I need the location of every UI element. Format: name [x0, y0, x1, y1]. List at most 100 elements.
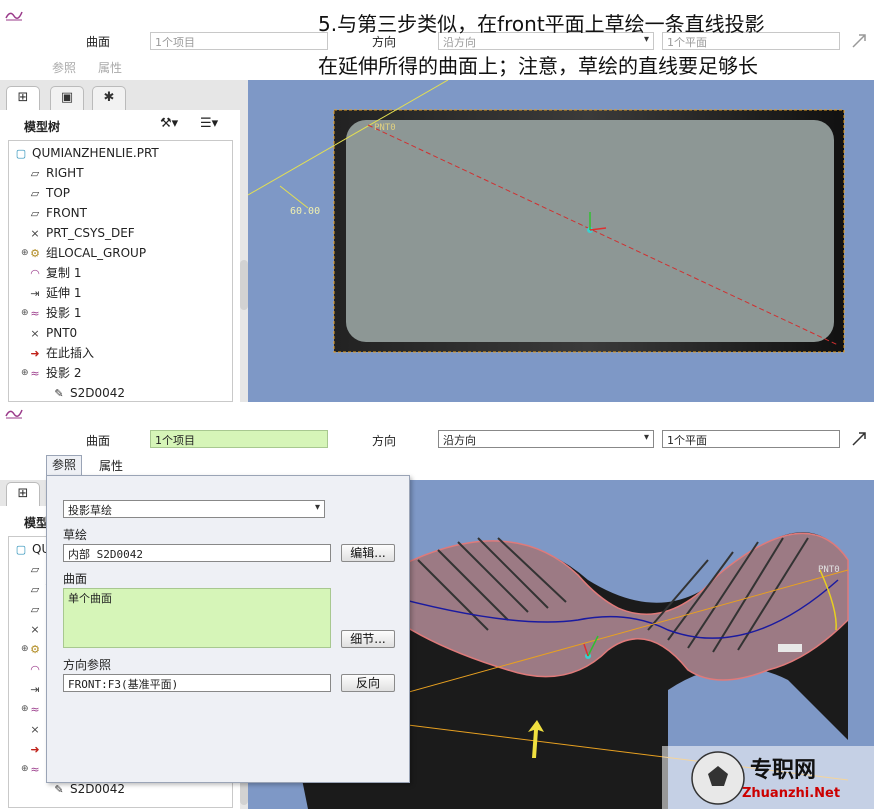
tree-item[interactable]: ▱ FRONT [27, 203, 87, 223]
datum-plane-icon: ▱ [30, 207, 40, 220]
project-icon [5, 11, 23, 21]
folder-icon: ▣ [60, 90, 74, 105]
details-button[interactable]: 细节... [341, 630, 395, 648]
tag-marker [778, 644, 802, 652]
expand-icon[interactable]: ⊕ [21, 639, 29, 659]
part-icon: ▢ [15, 543, 27, 556]
tree-item-label: RIGHT [46, 166, 84, 180]
folder-tab[interactable]: ▣ [50, 86, 84, 110]
watermark: 专职网 Zhuanzhi.Net [662, 746, 874, 809]
tab-properties[interactable]: 属性 [96, 457, 126, 474]
bottom-screenshot: 曲面 1个项目 方向 沿方向 1个平面 参照 属性 ⊞ 模型树 ▢QUMIANZ… [0, 402, 874, 809]
tree-icon: ⊞ [17, 486, 29, 501]
tree-item-label: PRT_CSYS_DEF [46, 226, 135, 240]
group-icon: ⚙ [30, 247, 40, 260]
show-icon[interactable]: ☰▾ [200, 116, 218, 131]
tree-item[interactable]: ▱ RIGHT [27, 163, 84, 183]
flip-direction-icon[interactable] [851, 431, 867, 447]
tree-item-label: 投影 2 [46, 366, 82, 380]
surface-label: 曲面 [86, 434, 111, 448]
tree-item[interactable]: ▱ TOP [27, 183, 70, 203]
tree-icon: ⊞ [17, 90, 29, 105]
tree-item[interactable]: ⇥ 延伸 1 [27, 283, 81, 303]
datum-plane-icon: ▱ [30, 603, 40, 616]
project-icon: ≈ [30, 367, 40, 380]
datum-point-icon: × [30, 723, 40, 736]
surface-label: 曲面 [63, 572, 88, 586]
extend-icon: ⇥ [30, 287, 40, 300]
tree-item[interactable]: × PNT0 [27, 323, 77, 343]
direction-ref-field[interactable]: FRONT:F3(基准平面) [63, 674, 331, 692]
references-panel: 投影草绘 草绘 内部 S2D0042 编辑... 曲面 单个曲面 细节... 方… [46, 475, 410, 783]
star-icon: ✱ [103, 90, 115, 105]
datum-point-icon: × [30, 327, 40, 340]
expand-icon[interactable]: ⊕ [21, 303, 29, 323]
insert-arrow-icon: ➜ [30, 347, 40, 360]
sketch-icon: ✎ [54, 387, 64, 400]
surface-collector-box[interactable]: 单个曲面 [63, 588, 331, 648]
watermark-url: Zhuanzhi.Net [742, 786, 841, 801]
tree-item-label: 复制 1 [46, 266, 82, 280]
tab-properties[interactable]: 属性 [98, 59, 122, 76]
tree-item[interactable]: ⊕≈ 投影 1 [21, 303, 82, 323]
surface-collector[interactable]: 1个项目 [150, 430, 328, 448]
surface-collector[interactable]: 1个项目 [150, 32, 328, 50]
top-screenshot: 曲面 1个项目 方向 沿方向 1个平面 参照 属性 5.与第三步类似，在fron… [0, 0, 874, 402]
tree-item-label: 组LOCAL_GROUP [46, 246, 147, 260]
expand-icon[interactable]: ⊕ [21, 759, 29, 779]
dashboard-active: 曲面 1个项目 方向 沿方向 1个平面 参照 属性 [0, 402, 874, 480]
tab-references[interactable]: 参照 [52, 59, 76, 76]
tree-item-label: 投影 1 [46, 306, 82, 320]
model-tree-tab[interactable]: ⊞ [6, 482, 40, 506]
settings-icon[interactable]: ⚒▾ [160, 116, 178, 131]
tree-item[interactable]: ⊕⚙ 组LOCAL_GROUP [21, 243, 147, 263]
tree-item-label: PNT0 [46, 326, 78, 340]
part-icon: ▢ [15, 147, 27, 160]
tree-item-label: FRONT [46, 206, 87, 220]
soccer-ball-logo [691, 751, 745, 805]
point-label: PNT0 [374, 123, 396, 133]
project-icon: ≈ [30, 763, 40, 776]
datum-plane-icon: ▱ [30, 187, 40, 200]
project-icon [5, 409, 23, 419]
expand-icon[interactable]: ⊕ [21, 363, 29, 383]
direction-ref-field[interactable]: 1个平面 [662, 430, 840, 448]
tab-references[interactable]: 参照 [46, 455, 82, 476]
tree-item-label: 在此插入 [46, 346, 95, 360]
tree-item[interactable]: ▢ QUMIANZHENLIE.PRT [13, 143, 159, 163]
tree-item-label: 延伸 1 [46, 286, 82, 300]
tree-item[interactable]: ◠ 复制 1 [27, 263, 81, 283]
direction-select[interactable]: 沿方向 [438, 430, 654, 448]
flip-button[interactable]: 反向 [341, 674, 395, 692]
tree-item[interactable]: ⊕≈ 投影 2 [21, 363, 82, 383]
model-tree-pane: 模型树 ⚒▾ ☰▾ ▢ QUMIANZHENLIE.PRT ▱ RIGHT ▱ TOP ▱ F… [0, 110, 240, 402]
favorites-tab[interactable]: ✱ [92, 86, 126, 110]
model-tree-list: ▢ QUMIANZHENLIE.PRT ▱ RIGHT ▱ TOP ▱ FRONT ⨯ PRT_C… [8, 140, 233, 402]
dimension-leader [279, 185, 309, 209]
expand-icon[interactable]: ⊕ [21, 243, 29, 263]
projection-type-select[interactable]: 投影草绘 [63, 500, 325, 518]
tree-item[interactable]: ⨯ PRT_CSYS_DEF [27, 223, 135, 243]
sketch-field[interactable]: 内部 S2D0042 [63, 544, 331, 562]
project-icon: ≈ [30, 703, 40, 716]
tree-item-label: TOP [46, 186, 71, 200]
tree-item[interactable]: ➜ 在此插入 [27, 343, 94, 363]
edit-sketch-button[interactable]: 编辑... [341, 544, 395, 562]
dimension-value[interactable]: 60.00 [290, 206, 320, 217]
tree-scrollbar[interactable] [240, 260, 248, 310]
direction-ref-label: 方向参照 [63, 658, 112, 672]
caption-line-1: 5.与第三步类似，在front平面上草绘一条直线投影 [318, 12, 765, 36]
flip-direction-icon[interactable] [851, 33, 867, 49]
point-label: PNT0 [818, 565, 840, 575]
sketch-label: 草绘 [63, 528, 88, 542]
model-tree-tab[interactable]: ⊞ [6, 86, 40, 110]
tree-item-label: QUMIANZHENLIE.PRT [32, 146, 159, 160]
insert-arrow-icon: ➜ [30, 743, 40, 756]
project-icon: ≈ [30, 307, 40, 320]
graphics-window-top[interactable]: 60.00 PNT0 [248, 80, 874, 402]
sketch-icon: ✎ [54, 783, 64, 796]
watermark-name: 专职网 [750, 758, 817, 783]
expand-icon[interactable]: ⊕ [21, 699, 29, 719]
tree-item[interactable]: ✎ S2D0042 [51, 383, 125, 402]
caption-line-2: 在延伸所得的曲面上；注意，草绘的直线要足够长 [318, 54, 758, 78]
